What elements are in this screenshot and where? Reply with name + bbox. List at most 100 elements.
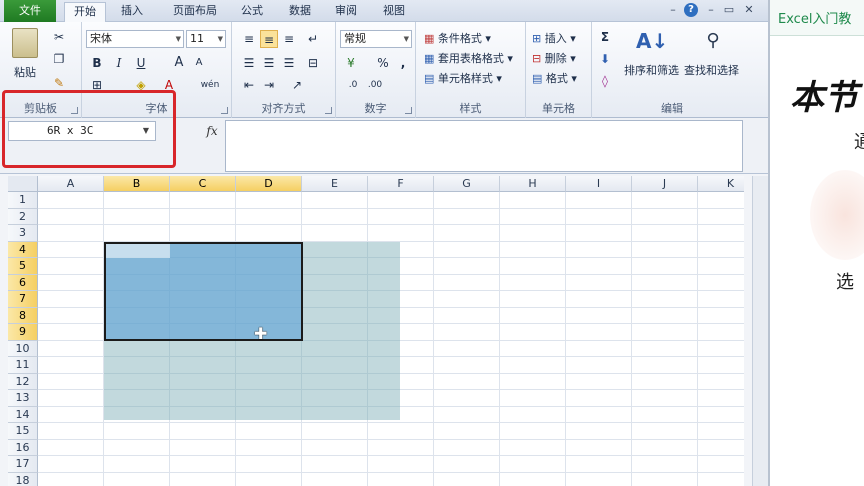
format-painter-icon[interactable]: ✎: [50, 74, 68, 92]
paste-button[interactable]: 粘贴: [14, 64, 36, 80]
copy-icon[interactable]: ❐: [50, 50, 68, 68]
clipboard-launcher-icon[interactable]: [71, 107, 78, 114]
align-middle-icon[interactable]: ≡: [260, 30, 278, 48]
row-header-3[interactable]: 3: [8, 225, 38, 242]
cut-icon[interactable]: ✂: [50, 28, 68, 46]
increase-indent-icon[interactable]: ⇥: [260, 76, 278, 94]
column-header-h[interactable]: H: [500, 176, 566, 192]
align-bottom-icon[interactable]: ≡: [280, 30, 298, 48]
comma-button[interactable]: ,: [394, 54, 412, 72]
formula-input[interactable]: [225, 120, 743, 172]
cell-style-button[interactable]: ▤ 单元格样式 ▾: [424, 70, 502, 86]
column-header-i[interactable]: I: [566, 176, 632, 192]
tab-file[interactable]: 文件: [4, 0, 56, 22]
row-header-2[interactable]: 2: [8, 208, 38, 225]
orientation-icon[interactable]: ↗: [288, 76, 306, 94]
minimize-icon[interactable]: –: [704, 3, 718, 17]
row-header-11[interactable]: 11: [8, 357, 38, 374]
bold-button[interactable]: B: [88, 54, 106, 72]
align-top-icon[interactable]: ≡: [240, 30, 258, 48]
percent-button[interactable]: %: [374, 54, 392, 72]
grow-font-button[interactable]: A: [170, 54, 188, 72]
alignment-launcher-icon[interactable]: [325, 107, 332, 114]
row-header-7[interactable]: 7: [8, 291, 38, 308]
align-right-icon[interactable]: ☰: [280, 54, 298, 72]
tab-data[interactable]: 数据: [280, 2, 320, 22]
row-header-10[interactable]: 10: [8, 340, 38, 357]
row-header-17[interactable]: 17: [8, 456, 38, 473]
font-name-select[interactable]: 宋体 ▼: [86, 30, 184, 48]
merge-center-icon[interactable]: ⊟: [304, 54, 322, 72]
row-header-16[interactable]: 16: [8, 439, 38, 456]
delete-cells-button[interactable]: ⊟ 删除 ▾: [532, 50, 576, 66]
vertical-scrollbar[interactable]: [752, 176, 768, 486]
insert-function-button[interactable]: fx: [200, 121, 224, 141]
decrease-indent-icon[interactable]: ⇤: [240, 76, 258, 94]
autosum-button[interactable]: Σ: [596, 28, 614, 46]
column-header-k[interactable]: K: [698, 176, 744, 192]
tab-page-layout[interactable]: 页面布局: [160, 2, 230, 22]
table-format-button[interactable]: ▦ 套用表格格式 ▾: [424, 50, 513, 66]
minimize-ribbon-icon[interactable]: –: [666, 3, 680, 17]
row-header-9[interactable]: 9: [8, 324, 38, 341]
sort-filter-button[interactable]: 排序和筛选: [624, 62, 679, 78]
tab-home[interactable]: 开始: [64, 2, 106, 22]
row-header-6[interactable]: 6: [8, 274, 38, 291]
font-color-button[interactable]: A: [160, 76, 178, 94]
fill-icon[interactable]: ⬇: [596, 50, 614, 68]
phonetic-button[interactable]: wén: [196, 76, 224, 94]
help-icon[interactable]: ?: [684, 3, 698, 17]
tab-insert[interactable]: 插入: [112, 2, 152, 22]
clear-icon[interactable]: ◊: [596, 72, 614, 90]
tab-view[interactable]: 视图: [374, 2, 414, 22]
close-icon[interactable]: ✕: [742, 3, 756, 17]
column-header-g[interactable]: G: [434, 176, 500, 192]
underline-button[interactable]: U: [132, 54, 150, 72]
row-header-5[interactable]: 5: [8, 258, 38, 275]
borders-icon[interactable]: ⊞: [88, 76, 106, 94]
restore-icon[interactable]: ▭: [722, 3, 736, 17]
find-select-button[interactable]: 查找和选择: [684, 62, 739, 78]
currency-icon[interactable]: ¥: [342, 54, 360, 72]
row-header-15[interactable]: 15: [8, 423, 38, 440]
font-size-select[interactable]: 11 ▼: [186, 30, 226, 48]
align-center-icon[interactable]: ☰: [260, 54, 278, 72]
conditional-format-button[interactable]: ▦ 条件格式 ▾: [424, 30, 491, 46]
tab-formulas[interactable]: 公式: [232, 2, 272, 22]
row-header-13[interactable]: 13: [8, 390, 38, 407]
row-header-4[interactable]: 4: [8, 241, 38, 258]
number-launcher-icon[interactable]: [405, 107, 412, 114]
active-cell[interactable]: [106, 244, 170, 258]
find-select-icon[interactable]: ⚲: [700, 28, 726, 54]
column-header-e[interactable]: E: [302, 176, 368, 192]
insert-cells-button[interactable]: ⊞ 插入 ▾: [532, 30, 576, 46]
italic-button[interactable]: I: [110, 54, 128, 72]
name-box[interactable]: 6R x 3C ▼: [8, 121, 156, 141]
row-header-1[interactable]: 1: [8, 192, 38, 209]
column-header-d[interactable]: D: [236, 176, 302, 192]
align-left-icon[interactable]: ☰: [240, 54, 258, 72]
tab-review[interactable]: 审阅: [326, 2, 366, 22]
worksheet-grid[interactable]: ✚ A B C D E F G H I J K 1 2 3 4 5 6 7 8 9 10 11 12 13 14 15 16 17 18: [8, 176, 744, 486]
number-group: 常规 ▼ ¥ % , .0 .00 数字: [336, 22, 416, 118]
row-header-8[interactable]: 8: [8, 307, 38, 324]
row-header-18[interactable]: 18: [8, 472, 38, 486]
format-cells-button[interactable]: ▤ 格式 ▾: [532, 70, 577, 86]
column-header-c[interactable]: C: [170, 176, 236, 192]
paste-icon[interactable]: [12, 28, 38, 58]
column-header-j[interactable]: J: [632, 176, 698, 192]
select-all-corner[interactable]: [8, 176, 38, 192]
row-header-14[interactable]: 14: [8, 406, 38, 423]
row-header-12[interactable]: 12: [8, 373, 38, 390]
decrease-decimal-icon[interactable]: .00: [366, 76, 384, 94]
shrink-font-button[interactable]: A: [190, 54, 208, 72]
number-format-select[interactable]: 常规 ▼: [340, 30, 412, 48]
fill-color-icon[interactable]: ◈: [132, 76, 150, 94]
column-header-f[interactable]: F: [368, 176, 434, 192]
sort-filter-icon[interactable]: A↓: [636, 28, 668, 54]
column-header-b[interactable]: B: [104, 176, 170, 192]
wrap-text-icon[interactable]: ↵: [304, 30, 322, 48]
font-launcher-icon[interactable]: [221, 107, 228, 114]
increase-decimal-icon[interactable]: .0: [344, 76, 362, 94]
column-header-a[interactable]: A: [38, 176, 104, 192]
